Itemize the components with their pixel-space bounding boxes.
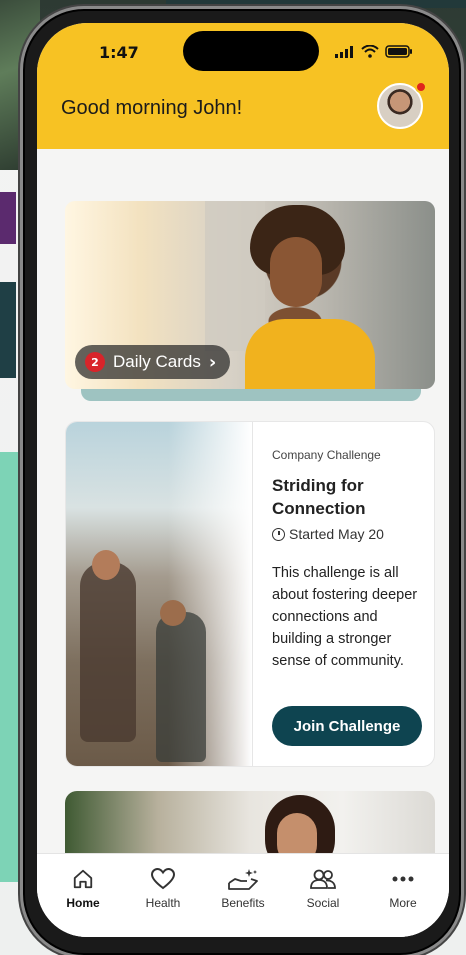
bottom-tab-bar: Home Health Benefits Social More: [37, 853, 449, 937]
greeting-text: Good morning John!: [61, 97, 243, 119]
hiker-figure: [156, 612, 206, 762]
tab-label: Home: [66, 896, 100, 910]
hiker-head: [92, 550, 120, 580]
challenge-start-date: Started May 20: [272, 526, 426, 542]
app-header: 1:47 Good morning John!: [37, 23, 449, 149]
daily-cards-count-badge: 2: [85, 352, 105, 372]
hiker-figure: [80, 562, 136, 742]
more-dots-icon: [391, 866, 415, 892]
battery-icon: [385, 45, 412, 58]
join-challenge-button[interactable]: Join Challenge: [272, 706, 422, 746]
status-icons: [335, 45, 413, 58]
chevron-right-icon: ›: [208, 351, 217, 373]
heart-icon: [151, 866, 175, 892]
challenge-title: Striding for Connection: [272, 476, 366, 518]
tab-label: Benefits: [221, 896, 265, 910]
tab-label: Social: [306, 896, 340, 910]
app-screen: 1:47 Good morning John! 2 Daily Cards › …: [37, 23, 449, 937]
card-photo-person-face: [270, 237, 322, 307]
challenge-started-text: Started May 20: [289, 526, 384, 542]
challenge-card[interactable]: Company Challenge Striding for Connectio…: [65, 421, 435, 767]
daily-cards-label: Daily Cards: [113, 352, 201, 371]
challenge-details: Company Challenge Striding for Connectio…: [272, 448, 426, 672]
background-purple-block: [0, 192, 16, 244]
tab-label: More: [389, 896, 417, 910]
background-teal-block: [0, 452, 18, 882]
challenge-description: This challenge is all about fostering de…: [272, 565, 418, 669]
phone-frame: 1:47 Good morning John! 2 Daily Cards › …: [20, 6, 464, 955]
dynamic-island: [183, 31, 319, 71]
clock-icon: [272, 527, 285, 541]
tab-health[interactable]: Health: [127, 866, 199, 937]
daily-cards-button[interactable]: 2 Daily Cards ›: [75, 345, 231, 379]
background-dark-block: [0, 282, 16, 378]
daily-cards-card[interactable]: 2 Daily Cards ›: [65, 201, 435, 389]
people-icon: [308, 866, 338, 892]
hiker-head: [160, 600, 186, 626]
card-photo-person-shirt: [245, 319, 375, 389]
card-photo-building: [205, 201, 265, 351]
tab-label: Health: [145, 896, 181, 910]
home-icon: [72, 866, 94, 892]
wifi-icon: [361, 45, 379, 58]
tab-home[interactable]: Home: [47, 866, 119, 937]
benefits-hands-icon: [227, 866, 259, 892]
tab-social[interactable]: Social: [287, 866, 359, 937]
status-time: 1:47: [99, 43, 139, 62]
challenge-kicker: Company Challenge: [272, 448, 381, 462]
card-divider: [252, 422, 253, 766]
home-feed[interactable]: 2 Daily Cards › Company Challenge Stridi…: [37, 149, 449, 937]
tab-more[interactable]: More: [367, 866, 439, 937]
notification-dot: [415, 81, 427, 93]
signal-icon: [335, 46, 353, 58]
tab-benefits[interactable]: Benefits: [207, 866, 279, 937]
